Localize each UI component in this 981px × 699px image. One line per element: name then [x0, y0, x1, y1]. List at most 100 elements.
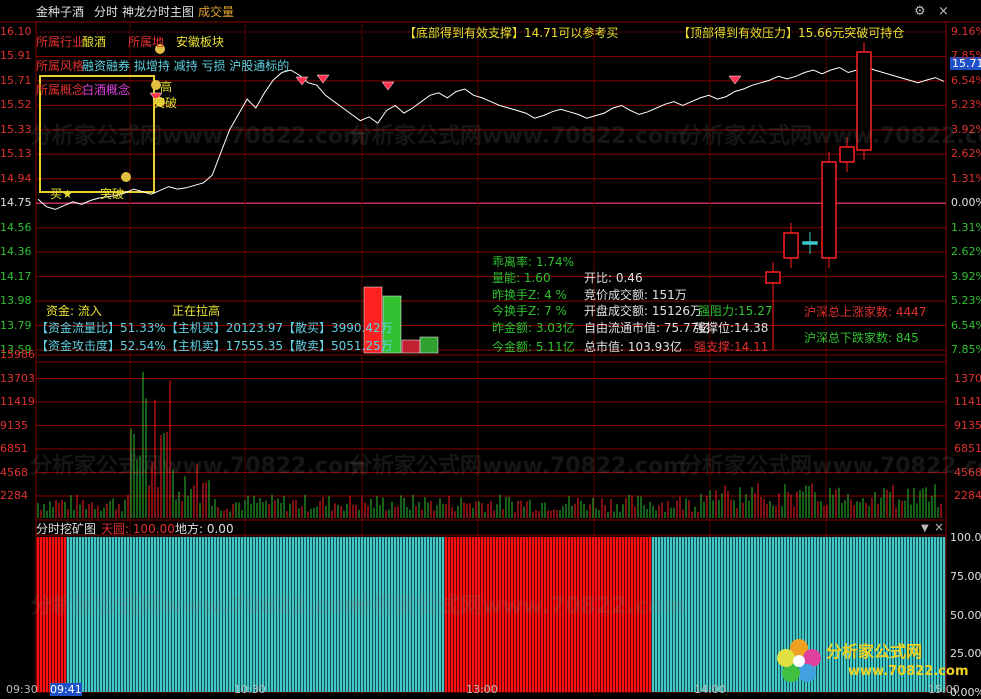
diamond-icon: [316, 74, 330, 84]
price-axis-label: 14.56: [0, 220, 32, 234]
indicator-axis-label: 100.00%: [950, 531, 981, 544]
pct-axis-label: 7.85%: [951, 49, 981, 63]
fund-flow-title: 资金: 流入: [46, 304, 102, 318]
industry-value: 酿酒: [82, 35, 107, 49]
volume-axis-right-label: 9135: [954, 418, 981, 432]
price-axis-label: 15.91: [0, 49, 32, 63]
volume-axis-label: 15986: [0, 348, 35, 361]
price-axis-label: 15.33: [0, 122, 32, 136]
stat-yesterday-amount: 昨金额: 3.03亿: [492, 321, 575, 335]
price-axis-label: 15.13: [0, 147, 32, 161]
price-axis-label: 15.52: [0, 98, 32, 112]
pct-axis-label: 7.85%: [951, 343, 981, 356]
diamond-icon: [381, 81, 395, 91]
pct-axis-label: 6.54%: [951, 318, 981, 332]
price-axis-label: 13.98: [0, 294, 32, 308]
price-axis-label: 14.17: [0, 269, 32, 283]
pct-axis-label: 5.23%: [951, 98, 981, 112]
chevron-down-icon[interactable]: ▼: [921, 522, 929, 535]
stat-today-amount: 今金额: 5.11亿: [492, 340, 575, 354]
pct-axis-label: 1.31%: [951, 171, 981, 185]
market-down-count: 沪深总下跌家数: 845: [804, 331, 919, 345]
candle-body: [765, 271, 781, 284]
time-axis-label: 09:30: [6, 683, 38, 696]
fund-flow-status: 正在拉高: [172, 304, 221, 318]
stat-resistance: 强阻力:15.27: [698, 304, 773, 318]
candle-body: [783, 232, 799, 259]
pct-axis-label: 1.31%: [951, 220, 981, 234]
indicator-earth: 地方: 0.00: [175, 522, 234, 536]
high-marker: 高: [160, 80, 173, 94]
support-annotation: 【底部得到有效支撑】14.71可以参考买: [404, 26, 619, 40]
watermark-text: 分析家公式网www.70822.com: [680, 124, 981, 149]
fund-flow-row1: 【资金流量比】51.33%【主机买】20123.97【散买】3990.42万: [36, 321, 393, 335]
main-chart-name[interactable]: 神龙分时主图: [122, 6, 194, 19]
style-value: 融资融券 拟增持 减持 亏损 沪股通标的: [82, 59, 290, 73]
stat-today-turnover: 今换手Z: 7 %: [492, 304, 567, 318]
volume-axis-right-label: 2284: [954, 489, 981, 502]
volume-axis-label: 6851: [0, 442, 28, 455]
stock-name: 金种子酒: [36, 5, 85, 19]
price-axis-label: 14.36: [0, 245, 32, 259]
money-bag-icon: [121, 172, 131, 182]
style-label: 所属风格: [36, 59, 85, 73]
volume-axis-label: 4568: [0, 465, 28, 479]
price-axis-label: 16.10: [0, 25, 32, 38]
fund-flow-bar: [401, 339, 421, 354]
region-label: 所属地: [128, 35, 165, 49]
logo-icon: [776, 638, 822, 684]
indicator-sky: 天圆: 100.00: [101, 522, 175, 536]
breakout-marker: 突破: [100, 187, 125, 201]
watermark-text: 分析家公式网www.70822.com: [30, 594, 366, 619]
stat-deviation: 乖离率: 1.74%: [492, 255, 574, 269]
volume-axis-right-label: 11419: [954, 395, 981, 408]
time-axis-label: 14:00: [694, 683, 726, 696]
indicator-axis-label: 25.00%: [950, 647, 981, 661]
watermark-text: 分析家公式网www.70822.com: [350, 594, 686, 619]
candle-body: [839, 146, 855, 163]
close-indicator-icon[interactable]: ×: [934, 521, 944, 534]
pct-axis-label: 9.16%: [951, 25, 981, 38]
breakout-marker-2: 突破: [153, 96, 178, 110]
watermark-text: 分析家公式网www.70822.com: [30, 124, 366, 149]
price-axis-label: 13.79: [0, 318, 32, 332]
industry-label: 所属行业: [36, 35, 85, 49]
region-value: 安徽板块: [176, 35, 225, 49]
indicator-name[interactable]: 分时挖矿图: [36, 523, 96, 536]
watermark-text: 分析家公式网www.70822.com: [350, 124, 686, 149]
concept-label: 所属概念: [36, 83, 85, 97]
mode-label[interactable]: 分时: [94, 6, 118, 19]
stat-total-cap: 总市值: 103.93亿: [584, 340, 682, 354]
diamond-icon: [728, 75, 742, 85]
stat-pressure-level: 强撑位:14.38: [694, 321, 769, 335]
watermark-text: 分析家公式网www.70822.com: [350, 454, 686, 479]
time-axis-label: 13:00: [466, 683, 498, 696]
fund-flow-row2: 【资金攻击度】52.54%【主机卖】17555.35【散卖】5051.25万: [36, 339, 393, 353]
price-axis-label: 14.75: [0, 196, 32, 210]
market-up-count: 沪深总上涨家数: 4447: [804, 305, 927, 319]
volume-axis-label: 13703: [0, 371, 35, 385]
stat-turnover: 昨换手Z: 4 %: [492, 288, 567, 302]
gear-icon[interactable]: ⚙: [914, 5, 926, 18]
volume-axis-label: 2284: [0, 489, 28, 502]
candle-body: [821, 161, 837, 259]
stat-strong-support: 强支撑:14.11: [694, 340, 769, 354]
close-icon[interactable]: ×: [938, 5, 949, 18]
candle-body: [802, 241, 818, 245]
stat-auction-amount: 竞价成交额: 151万: [584, 288, 687, 302]
fund-flow-bar: [419, 336, 439, 354]
buy-marker: 买★: [50, 187, 73, 201]
volume-axis-label: 11419: [0, 395, 35, 408]
volume-chart-name[interactable]: 成交量: [198, 6, 234, 19]
stat-float-cap: 自由流通市值: 75.77亿: [584, 321, 711, 335]
watermark-site: 分析家公式网: [826, 642, 923, 661]
time-axis-label: 09:41: [50, 683, 82, 696]
pct-axis-label: 2.62%: [951, 147, 981, 161]
price-axis-label: 15.71: [0, 73, 32, 87]
pressure-annotation: 【顶部得到有效压力】15.66元突破可持仓: [678, 26, 905, 40]
volume-axis-right-label: 13703: [954, 371, 981, 385]
intraday-chart-window: 金种子酒 分时 神龙分时主图 成交量 ⚙ × 【底部得到有效支撑】14.71可以…: [0, 0, 981, 699]
watermark-url: www.70822.com: [848, 664, 969, 679]
concept-value: 白酒概念: [82, 83, 131, 97]
volume-axis-label: 9135: [0, 418, 28, 432]
